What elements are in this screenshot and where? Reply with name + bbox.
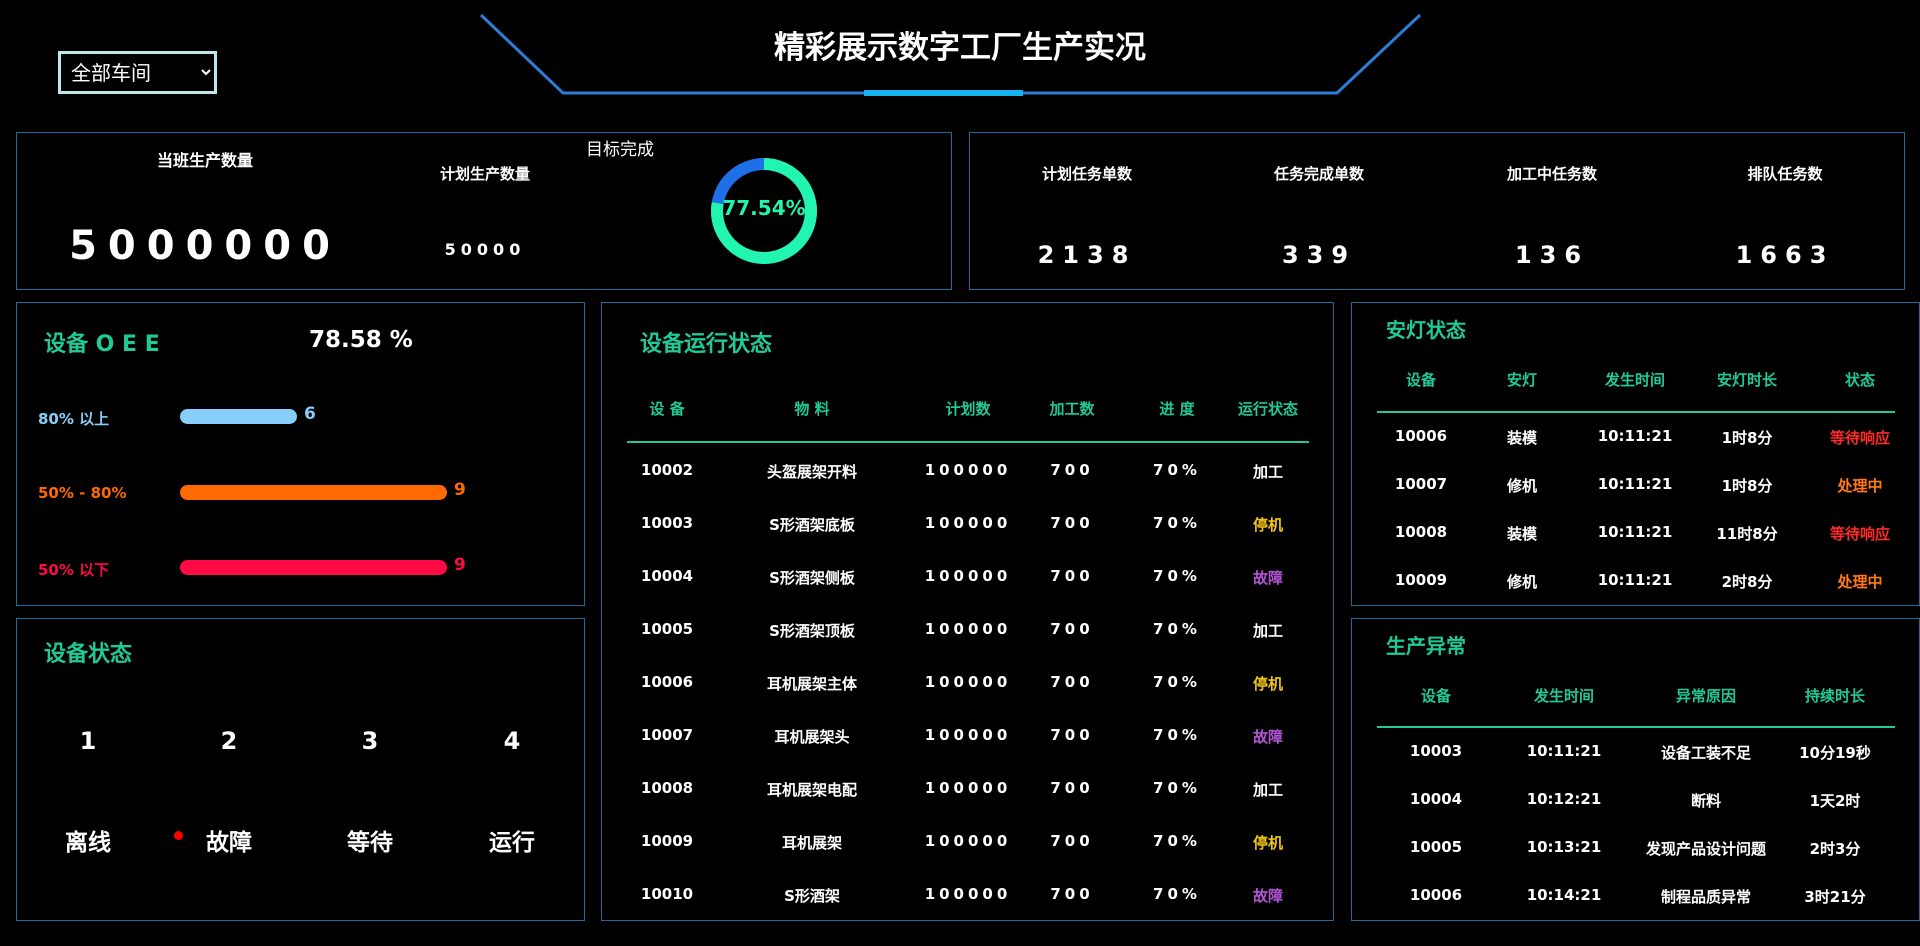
page-title: 精彩展示数字工厂生产实况 xyxy=(774,30,1146,66)
target-label: 目标完成 xyxy=(586,140,654,160)
equipment-status-label: 等待 xyxy=(347,830,393,856)
table-cell: S形酒架侧板 xyxy=(769,569,855,587)
table-cell: 3时21分 xyxy=(1804,888,1866,906)
oee-level-count: 9 xyxy=(454,480,466,500)
running-status-panel xyxy=(601,302,1334,921)
abnormal-title: 生产异常 xyxy=(1386,634,1466,658)
table-header-cell: 物 料 xyxy=(794,400,830,418)
table-cell: 故障 xyxy=(1252,887,1283,905)
oee-level-bar xyxy=(180,560,447,575)
table-cell: 1天2时 xyxy=(1809,792,1861,810)
table-cell: 停机 xyxy=(1252,834,1283,852)
equipment-status-count: 3 xyxy=(361,727,379,755)
table-cell: 处理中 xyxy=(1837,477,1883,495)
task-stat-value: 1663 xyxy=(1735,241,1835,269)
equipment-status-label: 故障 xyxy=(206,830,252,856)
oee-level-label: 50% 以下 xyxy=(38,561,110,579)
table-cell: 耳机展架主体 xyxy=(766,675,857,693)
running-status-title: 设备运行状态 xyxy=(640,332,773,357)
abnormal-panel xyxy=(1351,618,1920,921)
table-cell: 耳机展架电配 xyxy=(766,781,857,799)
abnormal-header-line xyxy=(1377,726,1895,728)
equipment-status-count: 1 xyxy=(79,727,97,755)
table-cell: S形酒架 xyxy=(784,887,840,905)
table-cell: 耳机展架头 xyxy=(774,728,850,746)
table-cell: S形酒架顶板 xyxy=(769,622,855,640)
oee-level-label: 80% 以上 xyxy=(38,410,110,428)
task-stat-label: 排队任务数 xyxy=(1747,165,1823,183)
workshop-select[interactable]: 全部车间 xyxy=(58,51,217,94)
task-stat-label: 任务完成单数 xyxy=(1273,165,1364,183)
shift-output-value: 5000000 xyxy=(69,223,341,269)
target-percent: 77.54% xyxy=(722,196,806,220)
andon-panel xyxy=(1351,302,1920,606)
table-cell: 故障 xyxy=(1252,728,1283,746)
table-header-cell: 异常原因 xyxy=(1675,687,1736,705)
table-cell: 耳机展架 xyxy=(781,834,842,852)
table-cell: 等待响应 xyxy=(1829,429,1890,447)
oee-level-label: 50% - 80% xyxy=(38,484,127,502)
oee-level-count: 6 xyxy=(304,404,316,424)
table-cell: 10分19秒 xyxy=(1799,744,1871,762)
equipment-status-label: 运行 xyxy=(489,830,535,856)
oee-value: 78.58 % xyxy=(309,327,413,353)
task-stat-label: 计划任务单数 xyxy=(1041,165,1132,183)
oee-title: 设备 O E E xyxy=(44,332,160,357)
table-cell: 2时3分 xyxy=(1809,840,1861,858)
table-header-cell: 运行状态 xyxy=(1237,400,1298,418)
table-cell: 加工 xyxy=(1252,622,1283,640)
table-cell: 等待响应 xyxy=(1829,525,1890,543)
table-header-cell: 状态 xyxy=(1844,371,1875,389)
oee-level-bar xyxy=(180,409,297,424)
plan-output-value: 50000 xyxy=(444,240,526,259)
plan-output-label: 计划生产数量 xyxy=(439,165,530,183)
fault-indicator-dot xyxy=(174,831,183,840)
oee-level-count: 9 xyxy=(454,555,466,575)
task-stat-value: 2138 xyxy=(1037,241,1137,269)
equipment-status-count: 4 xyxy=(503,727,521,755)
table-header-cell: 设 备 xyxy=(649,400,685,418)
andon-header-line xyxy=(1377,411,1895,413)
andon-title: 安灯状态 xyxy=(1386,318,1466,342)
table-cell: 加工 xyxy=(1252,781,1283,799)
table-cell: S形酒架底板 xyxy=(769,516,855,534)
shift-output-label: 当班生产数量 xyxy=(156,151,253,170)
table-header-cell: 持续时长 xyxy=(1804,687,1865,705)
table-header-cell: 发生时间 xyxy=(1533,687,1594,705)
table-cell: 头盔展架开料 xyxy=(766,463,857,481)
oee-level-bar xyxy=(180,485,447,500)
table-cell: 处理中 xyxy=(1837,573,1883,591)
table-header-cell: 设备 xyxy=(1420,687,1451,705)
table-cell: 停机 xyxy=(1252,675,1283,693)
task-stat-value: 339 xyxy=(1281,241,1357,269)
running-header-line xyxy=(627,441,1309,443)
equipment-status-label: 离线 xyxy=(65,830,111,856)
task-stat-value: 136 xyxy=(1514,241,1590,269)
equipment-status-count: 2 xyxy=(220,727,238,755)
equipment-status-title: 设备状态 xyxy=(44,642,133,667)
task-stat-label: 加工中任务数 xyxy=(1506,165,1597,183)
